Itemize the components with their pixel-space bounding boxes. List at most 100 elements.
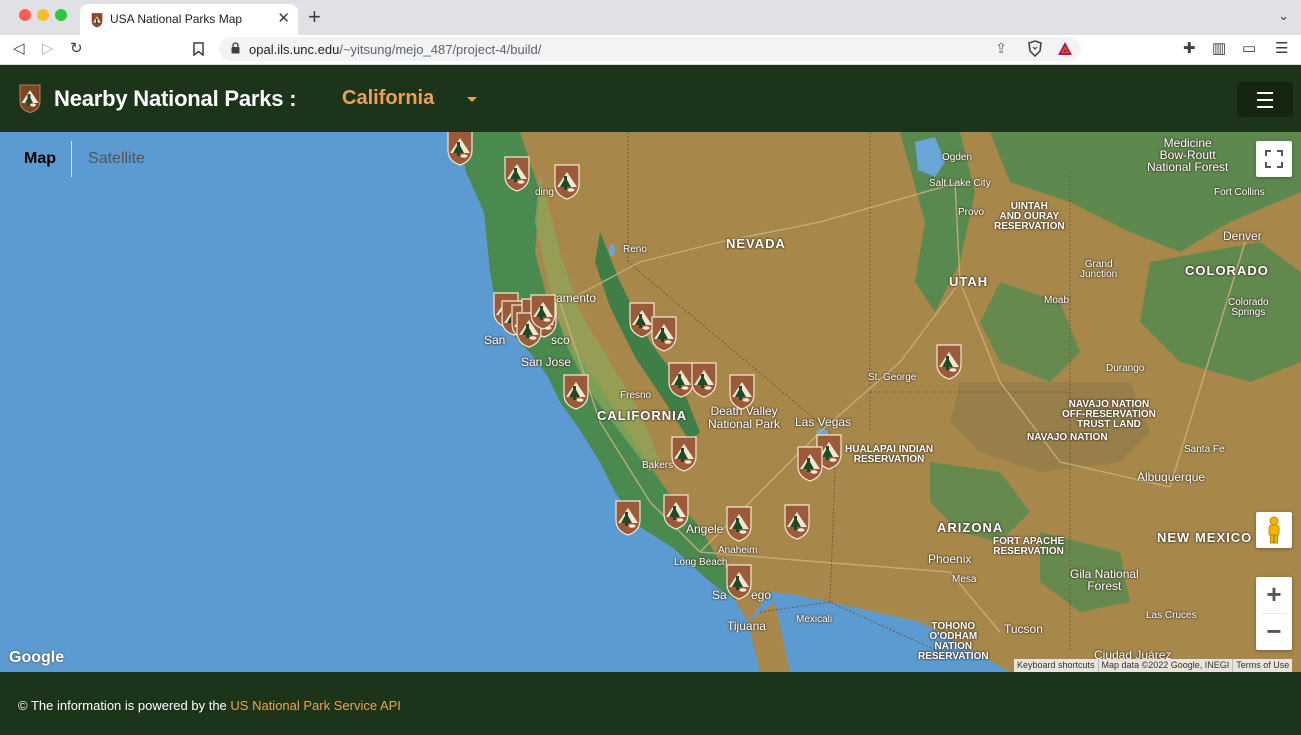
zoom-in-button[interactable]: +	[1256, 577, 1292, 613]
label-st-george: St. George	[868, 372, 917, 383]
label-durango: Durango	[1106, 363, 1145, 374]
window-close-button[interactable]	[19, 9, 31, 21]
forward-icon[interactable]: ▷	[42, 38, 54, 60]
nps-park-marker-icon[interactable]	[725, 562, 753, 600]
nps-park-marker-icon[interactable]	[796, 444, 824, 482]
label-sacramento: amento	[556, 291, 597, 305]
label-long-beach: Long Beach	[674, 557, 728, 568]
back-icon[interactable]: ◁	[13, 38, 25, 60]
label-salt-lake-city: Salt Lake City	[929, 178, 991, 189]
nps-park-marker-icon[interactable]	[935, 342, 963, 380]
label-grand-junction: Grand Junction	[1080, 259, 1118, 280]
nps-park-marker-icon[interactable]	[670, 434, 698, 472]
site-footer: © The information is powered by the US N…	[0, 672, 1301, 735]
zoom-out-button[interactable]: −	[1256, 614, 1292, 650]
bookmark-icon[interactable]	[193, 38, 204, 63]
fullscreen-button[interactable]	[1256, 141, 1292, 177]
label-phoenix: Phoenix	[928, 552, 972, 566]
map-type-map-button[interactable]: Map	[9, 141, 71, 177]
tab-title: USA National Parks Map	[110, 12, 243, 26]
label-new-mexico: NEW MEXICO	[1157, 530, 1253, 545]
label-las-vegas: Las Vegas	[795, 415, 852, 429]
label-uintah-reservation: UINTAH AND OURAY RESERVATION	[994, 201, 1065, 232]
label-bakersfield: Bakers	[642, 460, 674, 471]
label-provo: Provo	[958, 207, 985, 218]
terms-of-use-link[interactable]: Terms of Use	[1233, 659, 1292, 672]
label-california: CALIFORNIA	[597, 408, 688, 423]
browser-toolbar: ◁ ▷ ↻ opal.ils.unc.edu/~yitsung/mejo_487…	[0, 35, 1301, 65]
label-fort-apache-reservation: FORT APACHE RESERVATION	[993, 536, 1065, 557]
map-type-satellite-button[interactable]: Satellite	[71, 141, 161, 177]
label-reno: Reno	[623, 244, 647, 255]
label-tohono-oodham-reservation: TOHONO O'ODHAM NATION RESERVATION	[918, 621, 989, 662]
browser-tab[interactable]: USA National Parks Map ✕	[80, 4, 298, 35]
browser-tab-bar: USA National Parks Map ✕ + ⌄	[0, 0, 1301, 35]
nps-park-marker-icon[interactable]	[562, 372, 590, 410]
menu-line	[1257, 106, 1273, 108]
site-header: Nearby National Parks : California	[0, 65, 1301, 132]
nps-park-marker-icon[interactable]	[529, 292, 557, 330]
brave-shield-icon[interactable]	[1027, 40, 1043, 57]
menu-line	[1257, 99, 1273, 101]
footer-credit: © The information is powered by the US N…	[18, 698, 401, 713]
nps-park-marker-icon[interactable]	[553, 162, 581, 200]
label-medicine-bow: Medicine Bow-Routt National Forest	[1147, 136, 1229, 174]
nps-park-marker-icon[interactable]	[725, 504, 753, 542]
label-santa-fe: Santa Fe	[1184, 444, 1225, 455]
share-icon[interactable]: ⇪	[995, 40, 1007, 57]
new-tab-button[interactable]: +	[308, 5, 321, 29]
label-san-diego-b: ego	[751, 588, 772, 602]
site-title: Nearby National Parks :	[54, 86, 297, 111]
caret-down-icon	[467, 97, 477, 102]
sidebar-icon[interactable]: ▥	[1212, 40, 1226, 58]
nps-park-marker-icon[interactable]	[728, 372, 756, 410]
reload-icon[interactable]: ↻	[70, 38, 83, 60]
label-fresno: Fresno	[620, 390, 652, 401]
tab-close-icon[interactable]: ✕	[277, 9, 290, 29]
brave-rewards-icon[interactable]	[1057, 41, 1073, 56]
label-mexicali: Mexicali	[796, 614, 833, 625]
label-tucson: Tucson	[1004, 622, 1043, 636]
state-select-value: California	[342, 87, 435, 109]
pegman-icon	[1268, 516, 1280, 544]
nps-park-marker-icon[interactable]	[662, 492, 690, 530]
label-las-cruces: Las Cruces	[1146, 610, 1197, 621]
label-fort-collins: Fort Collins	[1214, 187, 1265, 198]
state-select[interactable]: California	[342, 87, 482, 113]
label-utah: UTAH	[949, 274, 989, 289]
nps-park-marker-icon[interactable]	[503, 154, 531, 192]
label-albuquerque: Albuquerque	[1137, 470, 1206, 484]
label-ogden: Ogden	[942, 152, 973, 163]
tab-search-chevron-icon[interactable]: ⌄	[1278, 8, 1289, 24]
nps-park-marker-icon[interactable]	[650, 314, 678, 352]
nps-park-marker-icon[interactable]	[690, 360, 718, 398]
label-anaheim: Anaheim	[718, 545, 758, 556]
map-canvas[interactable]: NEVADA UTAH COLORADO CALIFORNIA ARIZONA …	[0, 132, 1301, 672]
nps-park-marker-icon[interactable]	[446, 132, 474, 166]
menu-line	[1257, 92, 1273, 94]
browser-menu-icon[interactable]: ☰	[1275, 40, 1288, 58]
label-colorado: COLORADO	[1185, 263, 1269, 278]
address-bar[interactable]: opal.ils.unc.edu/~yitsung/mejo_487/proje…	[219, 37, 1081, 61]
nps-favicon-icon	[91, 13, 103, 28]
label-colorado-springs: Colorado Springs	[1228, 297, 1269, 318]
label-nevada: NEVADA	[726, 236, 786, 251]
hamburger-menu-button[interactable]	[1237, 82, 1293, 117]
keyboard-shortcuts-link[interactable]: Keyboard shortcuts	[1014, 659, 1099, 672]
label-denver: Denver	[1223, 229, 1262, 243]
window-zoom-button[interactable]	[55, 9, 67, 21]
nps-api-link[interactable]: US National Park Service API	[230, 698, 401, 713]
label-navajo-off-reservation: NAVAJO NATION OFF-RESERVATION TRUST LAND	[1062, 399, 1156, 430]
nps-park-marker-icon[interactable]	[783, 502, 811, 540]
nps-park-marker-icon[interactable]	[614, 498, 642, 536]
street-view-pegman-button[interactable]	[1256, 512, 1292, 548]
window-minimize-button[interactable]	[37, 9, 49, 21]
wallet-icon[interactable]: ▭	[1242, 40, 1256, 58]
label-hualapai-reservation: HUALAPAI INDIAN RESERVATION	[845, 444, 934, 465]
label-san-jose: San Jose	[521, 355, 572, 369]
label-tijuana: Tijuana	[727, 619, 766, 633]
fullscreen-icon	[1265, 150, 1283, 168]
map-attribution: Keyboard shortcuts Map data ©2022 Google,…	[1014, 659, 1293, 672]
extensions-icon[interactable]: ✚	[1183, 40, 1196, 58]
label-navajo-nation: NAVAJO NATION	[1027, 432, 1108, 443]
